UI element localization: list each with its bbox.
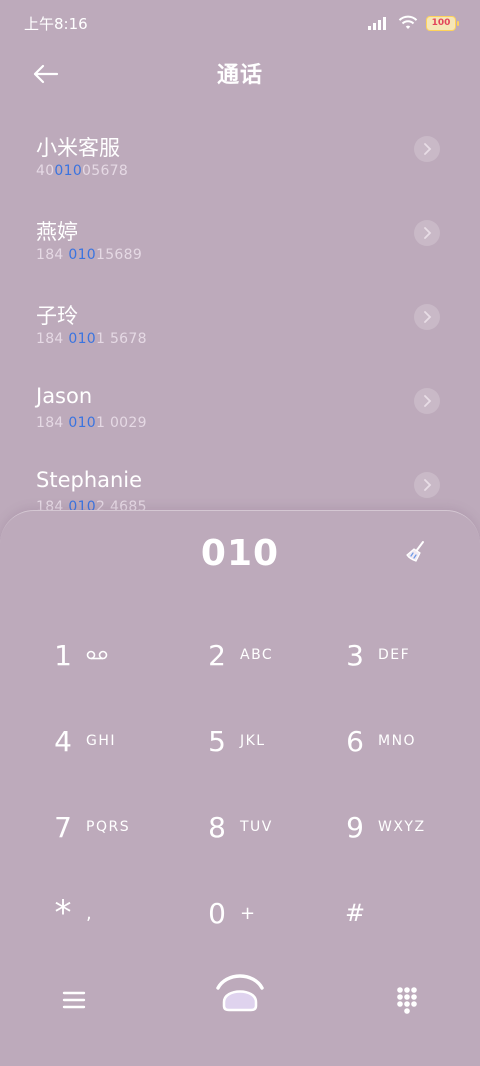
- page-title: 通话: [216, 63, 263, 88]
- contact-item[interactable]: Jason 184 0101 0029: [0, 372, 480, 456]
- key-digit: 7: [54, 810, 72, 844]
- contact-item[interactable]: 子玲 184 0101 5678: [0, 288, 480, 372]
- contact-detail-button[interactable]: [414, 472, 440, 498]
- key-digit: 6: [346, 724, 364, 758]
- arrow-left-icon: [33, 64, 59, 84]
- key-letters: ,: [86, 902, 94, 924]
- contact-name: Jason: [36, 384, 93, 408]
- voicemail-icon: [86, 650, 108, 660]
- key-letters: MNO: [378, 733, 417, 749]
- contact-number: 184 0101 0029: [36, 415, 147, 431]
- chevron-right-icon: [424, 311, 432, 323]
- key-4[interactable]: 4 GHI: [50, 711, 190, 771]
- contact-name: 小米客服: [36, 136, 120, 160]
- key-7[interactable]: 7 PQRS: [50, 797, 190, 857]
- key-3[interactable]: 3 DEF: [342, 625, 480, 685]
- menu-icon: [62, 991, 86, 1009]
- key-digit: 9: [346, 810, 364, 844]
- key-digit: 0: [208, 896, 226, 930]
- key-digit: 8: [208, 810, 226, 844]
- contact-detail-button[interactable]: [414, 136, 440, 162]
- signal-icon: [368, 17, 386, 30]
- key-5[interactable]: 5 JKL: [204, 711, 344, 771]
- match-highlight: 010: [54, 163, 83, 179]
- match-highlight: 010: [68, 415, 96, 431]
- contact-name: 子玲: [36, 304, 78, 328]
- menu-button[interactable]: [60, 986, 88, 1014]
- wifi-icon: [398, 15, 418, 29]
- key-9[interactable]: 9 WXYZ: [342, 797, 480, 857]
- key-digit: 1: [54, 638, 72, 672]
- status-bar: 上午8:16 100: [0, 0, 480, 46]
- dialpad-panel: 010 1 2 ABC 3 DEF 4 GHI 5 JKL 6 MNO 7 PQ…: [0, 510, 480, 1066]
- call-icon: [216, 974, 264, 1012]
- status-time: 上午8:16: [24, 14, 88, 33]
- contact-detail-button[interactable]: [414, 220, 440, 246]
- key-letters: PQRS: [86, 819, 131, 835]
- contact-number: 184 0101 5678: [36, 331, 147, 347]
- key-digit: #: [344, 899, 366, 927]
- chevron-right-icon: [424, 479, 432, 491]
- contact-list: 小米客服 4001005678 燕婷 184 01015689 子玲 184 0…: [0, 120, 480, 540]
- chevron-right-icon: [424, 227, 432, 239]
- key-letters: ABC: [240, 647, 274, 663]
- match-highlight: 010: [68, 331, 96, 347]
- contact-name: 燕婷: [36, 220, 78, 244]
- key-digit: 4: [54, 724, 72, 758]
- contact-detail-button[interactable]: [414, 304, 440, 330]
- contact-number: 4001005678: [36, 163, 129, 179]
- key-digit: 2: [208, 638, 226, 672]
- chevron-right-icon: [424, 395, 432, 407]
- status-icons: 100: [368, 15, 459, 31]
- contact-number: 184 01015689: [36, 247, 143, 263]
- dialpad-icon: [397, 987, 417, 1014]
- contact-item[interactable]: 燕婷 184 01015689: [0, 204, 480, 288]
- key-2[interactable]: 2 ABC: [204, 625, 344, 685]
- key-star[interactable]: * ,: [50, 883, 190, 943]
- key-digit: *: [54, 893, 72, 933]
- call-button[interactable]: [214, 966, 266, 1018]
- key-hash[interactable]: #: [342, 883, 480, 943]
- key-letters: DEF: [378, 647, 411, 663]
- dialpad-toggle-button[interactable]: [392, 984, 422, 1014]
- key-8[interactable]: 8 TUV: [204, 797, 344, 857]
- battery-icon: 100: [426, 15, 459, 31]
- battery-level: 100: [431, 17, 451, 28]
- contact-name: Stephanie: [36, 468, 143, 492]
- key-6[interactable]: 6 MNO: [342, 711, 480, 771]
- contact-item[interactable]: 小米客服 4001005678: [0, 120, 480, 204]
- key-digit: 5: [208, 724, 226, 758]
- contact-detail-button[interactable]: [414, 388, 440, 414]
- key-1[interactable]: 1: [50, 625, 190, 685]
- back-button[interactable]: [28, 56, 64, 92]
- key-letters: +: [240, 902, 257, 924]
- key-letters: JKL: [240, 733, 266, 749]
- match-highlight: 010: [68, 247, 96, 263]
- broom-icon: [406, 541, 424, 562]
- key-0[interactable]: 0 +: [204, 883, 344, 943]
- bottom-bar: [0, 946, 480, 1066]
- key-letters: GHI: [86, 733, 117, 749]
- key-digit: 3: [346, 638, 364, 672]
- key-letters: TUV: [240, 819, 273, 835]
- chevron-right-icon: [424, 143, 432, 155]
- key-letters: WXYZ: [378, 819, 426, 835]
- clear-button[interactable]: [404, 539, 430, 565]
- header: 通话: [0, 48, 480, 98]
